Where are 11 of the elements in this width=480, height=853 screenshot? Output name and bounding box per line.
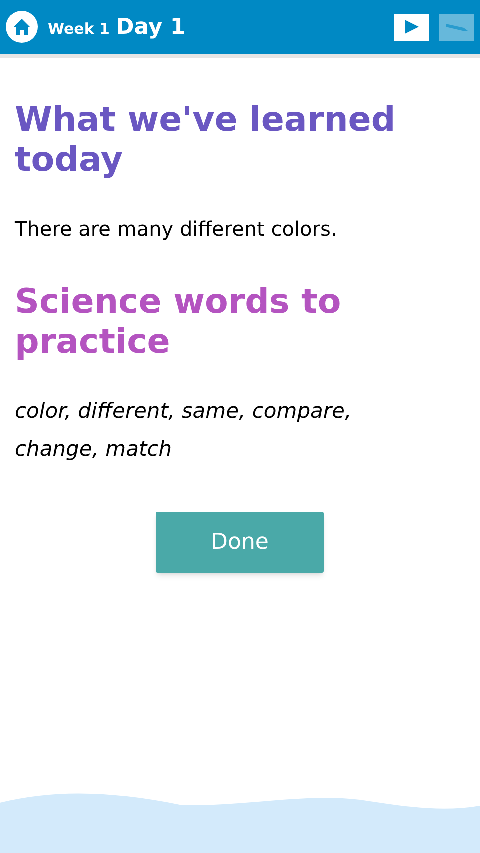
section-heading: What we've learned today: [15, 100, 397, 180]
week-label: Week 1: [48, 18, 110, 40]
section-heading: Science words to practice: [15, 282, 342, 362]
done-button[interactable]: Done: [156, 512, 324, 573]
play-button[interactable]: [394, 14, 429, 40]
summary-text: There are many different colors.: [15, 216, 338, 243]
vocabulary-list: color, different, same, compare, change, match: [15, 392, 465, 468]
day-title: Day 1: [116, 14, 186, 42]
home-icon[interactable]: [6, 11, 38, 43]
pencil-icon: [444, 21, 470, 33]
play-icon: [402, 19, 420, 35]
